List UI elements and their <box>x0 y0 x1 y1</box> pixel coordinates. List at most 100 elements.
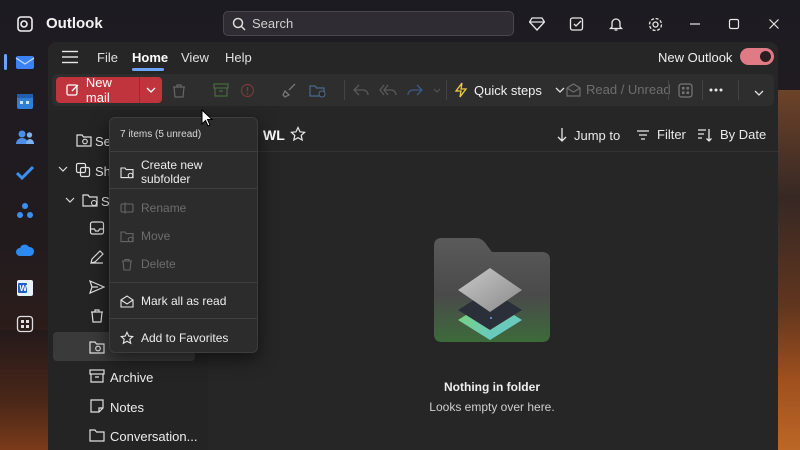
folder-icon[interactable] <box>89 427 105 443</box>
close-icon[interactable] <box>764 14 784 34</box>
trash-icon <box>122 258 132 271</box>
chevron-down-icon[interactable] <box>58 164 68 174</box>
toggle-knob <box>760 51 771 62</box>
shared-folder-icon[interactable] <box>75 162 91 178</box>
maximize-icon[interactable] <box>724 14 744 34</box>
chevron-down-icon <box>146 87 156 93</box>
mail-app-icon[interactable] <box>14 51 36 73</box>
ribbon-separator <box>738 80 739 100</box>
sent-icon[interactable] <box>89 279 105 295</box>
folder-label-notes[interactable]: Notes <box>110 400 144 415</box>
more-apps-icon[interactable] <box>14 313 36 335</box>
folder-icon[interactable] <box>82 192 98 208</box>
app-title: Outlook <box>46 15 103 32</box>
menu-divider <box>110 188 257 189</box>
delete-item[interactable]: Delete <box>120 254 255 274</box>
search-folder-icon[interactable] <box>76 132 92 148</box>
rail-active-indicator <box>4 54 7 70</box>
todo-app-icon[interactable] <box>14 162 36 184</box>
report-icon[interactable] <box>238 81 256 99</box>
menu-help[interactable]: Help <box>225 50 252 65</box>
ribbon-separator <box>668 80 669 100</box>
deleted-items-icon[interactable] <box>89 308 105 324</box>
move-folder-icon <box>120 230 134 242</box>
sort-icon <box>698 128 712 142</box>
new-mail-label: New mail <box>85 75 112 105</box>
create-subfolder-item[interactable]: Create new subfolder <box>120 158 255 186</box>
new-mail-dropdown[interactable] <box>140 87 162 93</box>
mark-all-read-label: Mark all as read <box>141 294 227 308</box>
minimize-icon[interactable] <box>685 14 705 34</box>
new-folder-icon <box>120 166 134 178</box>
move-label: Move <box>141 229 171 243</box>
filter-label: Filter <box>657 127 686 142</box>
new-mail-button[interactable]: New mail <box>56 75 162 105</box>
empty-state: Nothing in folder Looks empty over here. <box>392 0 592 450</box>
filter-icon <box>637 129 649 140</box>
search-icon <box>232 17 246 31</box>
compose-icon <box>66 84 79 96</box>
menu-view[interactable]: View <box>181 50 209 65</box>
search-folder-icon[interactable] <box>89 339 105 355</box>
star-icon <box>120 331 134 345</box>
home-tab-indicator <box>132 68 164 71</box>
people-app-icon[interactable] <box>14 126 36 148</box>
notes-icon[interactable] <box>89 398 105 414</box>
favorite-star-icon[interactable] <box>290 126 306 142</box>
create-subfolder-label: Create new subfolder <box>141 158 203 186</box>
archive-folder-icon[interactable] <box>89 368 105 384</box>
menu-divider <box>110 151 257 152</box>
gear-icon[interactable] <box>645 14 665 34</box>
empty-state-subtitle: Looks empty over here. <box>429 400 555 414</box>
folder-label-conversation[interactable]: Conversation... <box>110 429 197 444</box>
rename-item[interactable]: Rename <box>120 198 255 218</box>
filter-button[interactable]: Filter <box>636 127 686 142</box>
add-to-favorites-label: Add to Favorites <box>141 331 229 345</box>
menu-file[interactable]: File <box>97 50 118 65</box>
calendar-app-icon[interactable] <box>14 90 36 112</box>
search-placeholder: Search <box>252 16 294 31</box>
hamburger-menu-icon[interactable] <box>62 50 78 64</box>
background-art-left <box>0 330 50 450</box>
onedrive-icon[interactable] <box>14 239 36 261</box>
new-mail-main[interactable]: New mail <box>56 75 140 105</box>
read-unread-label: Read / Unread <box>586 82 671 97</box>
sort-by-date-button[interactable]: By Date <box>697 127 766 142</box>
add-to-favorites-item[interactable]: Add to Favorites <box>120 328 255 348</box>
ribbon-separator <box>702 80 703 100</box>
org-explorer-icon[interactable] <box>14 200 36 222</box>
archive-icon[interactable] <box>212 81 230 99</box>
apps-grid-icon[interactable] <box>676 81 694 99</box>
delete-label: Delete <box>141 257 176 271</box>
folder-label-archive[interactable]: Archive <box>110 370 153 385</box>
sort-label: By Date <box>720 127 767 142</box>
envelope-open-icon <box>120 294 134 308</box>
delete-icon[interactable] <box>170 81 188 99</box>
new-outlook-label: New Outlook <box>658 50 733 65</box>
folder-title: WL <box>263 127 285 143</box>
sweep-icon[interactable] <box>281 81 299 99</box>
drafts-icon[interactable] <box>89 249 105 265</box>
folder-context-menu: 7 items (5 unread) Create new subfolder … <box>109 117 258 353</box>
word-app-icon[interactable]: W <box>14 277 36 299</box>
rename-icon <box>120 202 134 214</box>
new-outlook-toggle[interactable] <box>740 48 774 65</box>
ribbon-separator <box>344 80 345 100</box>
inbox-icon[interactable] <box>89 220 105 236</box>
more-options-icon[interactable] <box>707 81 725 99</box>
rename-label: Rename <box>141 201 187 215</box>
empty-state-title: Nothing in folder <box>444 380 540 394</box>
svg-text:W: W <box>20 284 28 293</box>
menu-divider <box>110 318 257 319</box>
move-to-folder-icon[interactable] <box>308 81 326 99</box>
expand-ribbon-icon[interactable] <box>750 84 768 102</box>
move-item[interactable]: Move <box>120 226 255 246</box>
mark-all-read-item[interactable]: Mark all as read <box>120 291 255 311</box>
bell-icon[interactable] <box>606 14 626 34</box>
reply-icon[interactable] <box>352 81 370 99</box>
menu-divider <box>110 282 257 283</box>
menu-home[interactable]: Home <box>132 50 168 65</box>
outlook-logo-icon <box>17 16 33 32</box>
mouse-cursor-icon <box>201 109 213 127</box>
chevron-down-icon[interactable] <box>65 195 75 205</box>
